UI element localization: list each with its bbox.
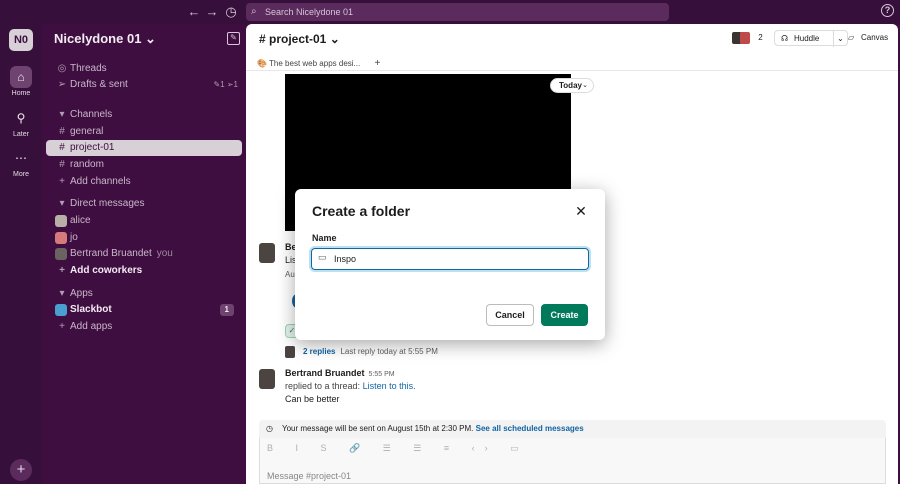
create-button[interactable]: Create bbox=[541, 304, 588, 326]
close-icon[interactable]: ✕ bbox=[573, 203, 589, 219]
folder-icon: ▭ bbox=[318, 252, 327, 262]
folder-name-input[interactable] bbox=[334, 252, 574, 266]
name-label: Name bbox=[312, 233, 337, 243]
cancel-button[interactable]: Cancel bbox=[486, 304, 534, 326]
create-folder-dialog: Create a folder ✕ Name ▭ Cancel Create bbox=[295, 189, 605, 340]
folder-name-field[interactable]: ▭ bbox=[311, 248, 589, 270]
dialog-title: Create a folder bbox=[312, 203, 411, 219]
